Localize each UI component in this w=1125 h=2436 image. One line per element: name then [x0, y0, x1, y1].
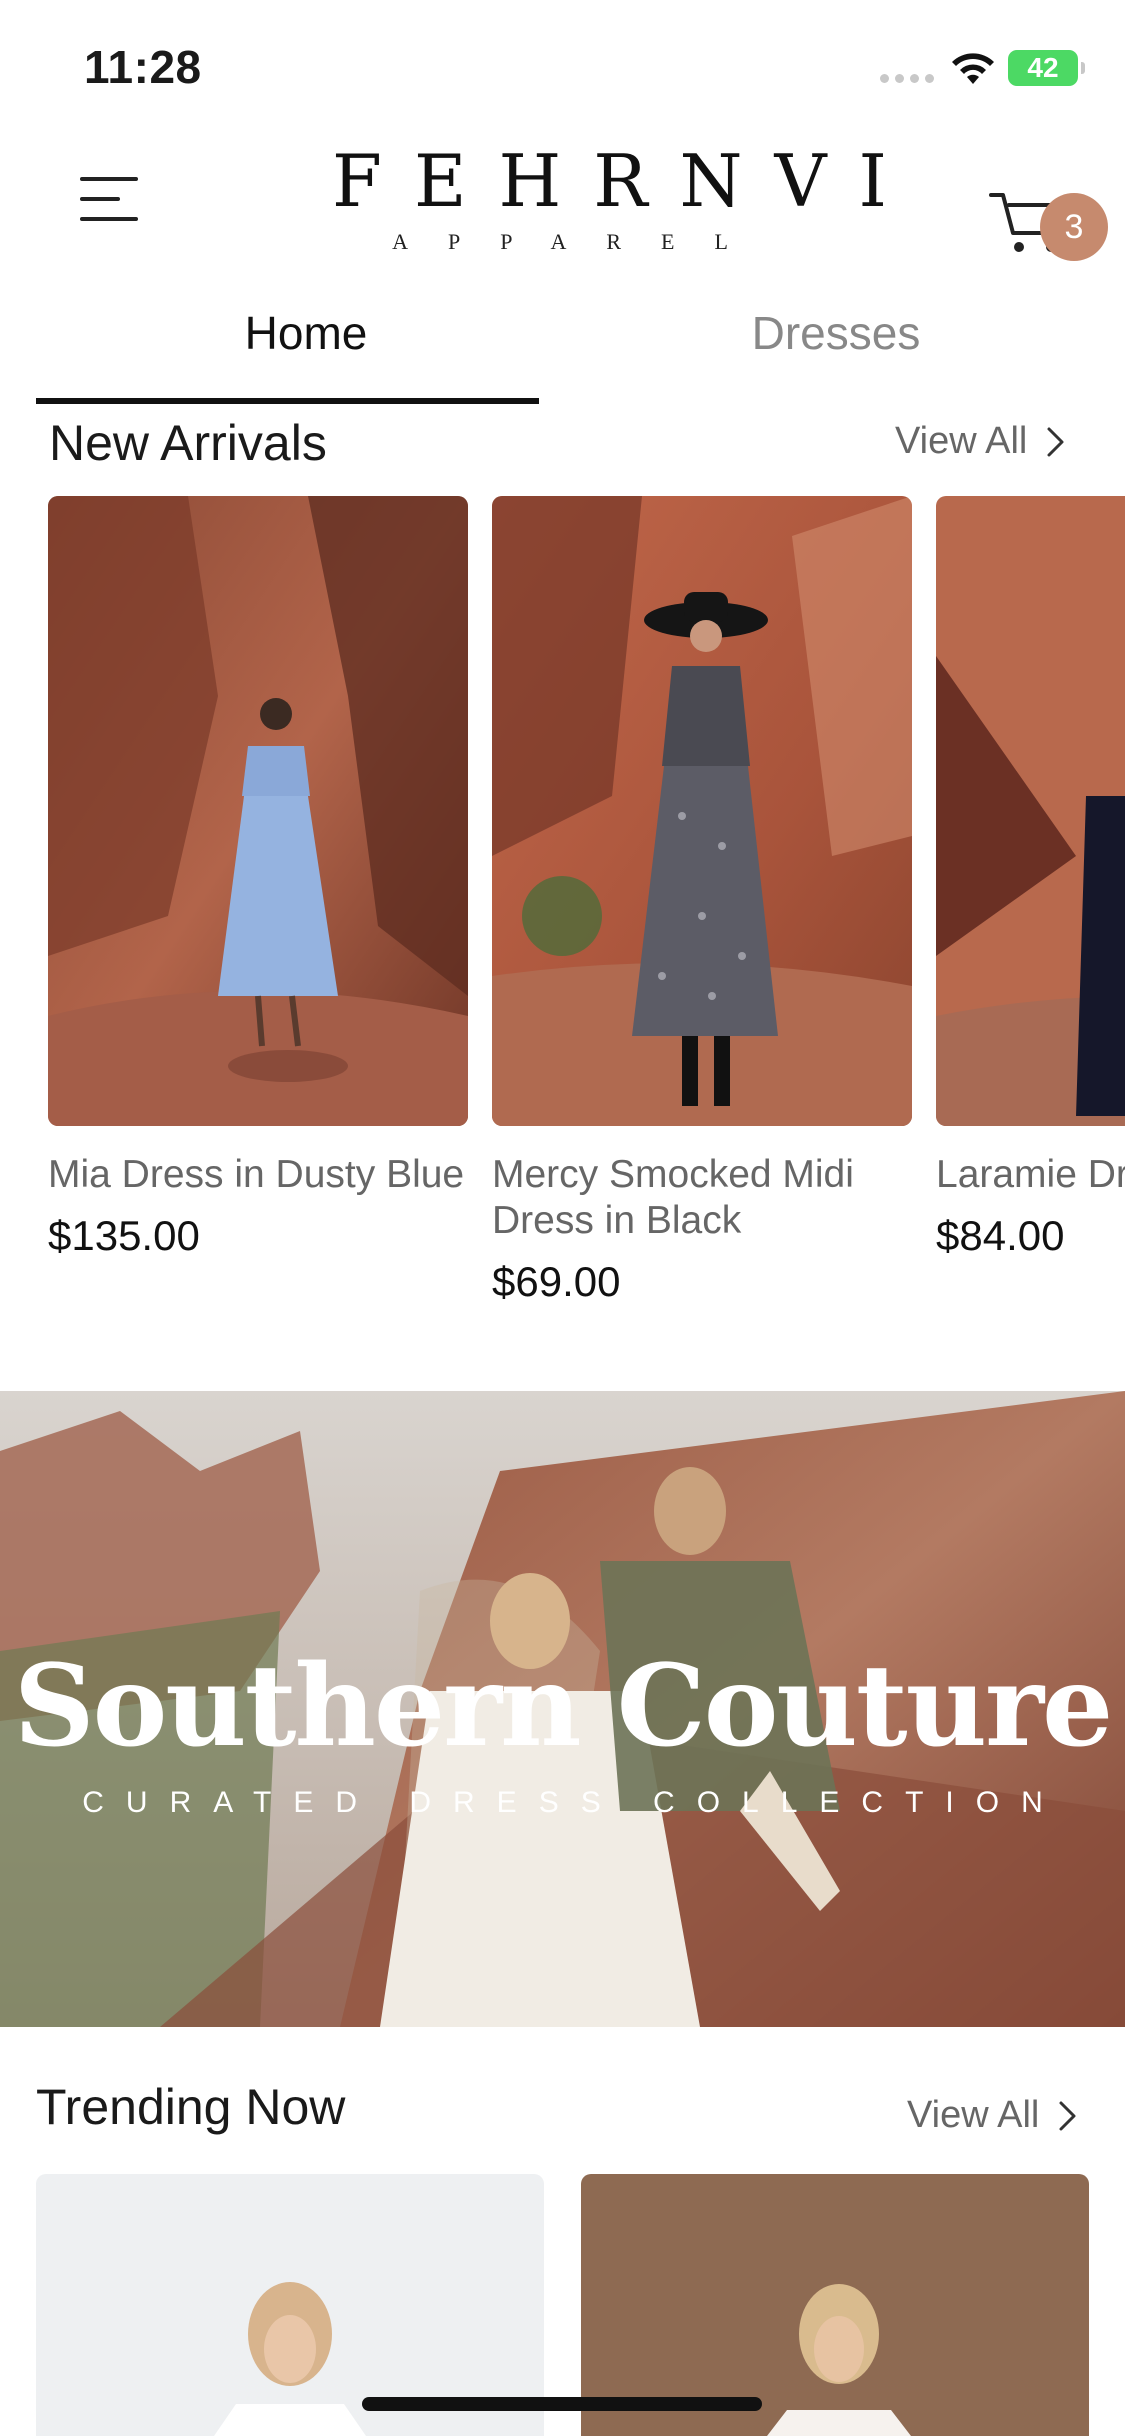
tab-dresses[interactable]: Dresses: [566, 290, 1106, 406]
app-header: FEHRNVI APPAREL: [0, 135, 1125, 285]
view-all-trending-button[interactable]: View All: [907, 2094, 1079, 2137]
section-title-new-arrivals: New Arrivals: [49, 415, 327, 471]
product-name[interactable]: Mercy Smocked Midi Dress in Black: [492, 1152, 912, 1244]
product-image[interactable]: [492, 496, 912, 1126]
banner-title: Southern Couture: [13, 1641, 1114, 1772]
product-card[interactable]: Mercy Smocked Midi Dress in Black $69.00: [492, 496, 912, 1306]
chevron-right-icon: [1047, 427, 1064, 456]
product-name[interactable]: Laramie Dr: [936, 1152, 1125, 1198]
cellular-signal-icon: [880, 74, 934, 83]
menu-icon[interactable]: [80, 171, 140, 227]
product-name[interactable]: Mia Dress in Dusty Blue: [48, 1152, 468, 1198]
promo-banner[interactable]: Southern Couture CURATED DRESS COLLECTIO…: [0, 1391, 1125, 2027]
status-time: 11:28: [84, 41, 202, 93]
product-card[interactable]: Mia Dress in Dusty Blue $135.00: [48, 496, 468, 1260]
view-all-label: View All: [907, 2094, 1040, 2136]
product-price: $84.00: [936, 1212, 1065, 1259]
view-all-new-arrivals-button[interactable]: View All: [895, 420, 1067, 463]
active-tab-indicator: [36, 398, 539, 404]
chevron-right-icon: [1059, 2101, 1076, 2130]
product-price: $69.00: [492, 1258, 621, 1305]
battery-level: 42: [1027, 52, 1059, 83]
wifi-icon: [952, 53, 994, 84]
banner-subtitle: CURATED DRESS COLLECTION: [82, 1786, 1065, 1819]
home-indicator[interactable]: [362, 2397, 762, 2411]
battery-icon: 42: [1008, 50, 1085, 86]
brand-tagline: APPAREL: [392, 229, 768, 254]
view-all-label: View All: [895, 420, 1028, 462]
product-image[interactable]: [936, 496, 1125, 1126]
brand-name: FEHRNVI: [332, 139, 919, 223]
status-bar: 11:28 42: [0, 0, 1125, 135]
product-price: $135.00: [48, 1212, 200, 1259]
brand-logo[interactable]: FEHRNVI APPAREL: [300, 139, 919, 255]
product-image[interactable]: [48, 496, 468, 1126]
section-title-trending-now: Trending Now: [36, 2079, 346, 2135]
tab-home[interactable]: Home: [36, 290, 576, 406]
product-card[interactable]: Laramie Dr $84.00: [936, 496, 1125, 1260]
new-arrivals-carousel[interactable]: Mia Dress in Dusty Blue $135.00 Mercy Sm…: [0, 496, 1125, 1326]
tab-bar: Home Dresses: [0, 290, 1125, 406]
cart-count-badge[interactable]: 3: [1040, 193, 1108, 261]
